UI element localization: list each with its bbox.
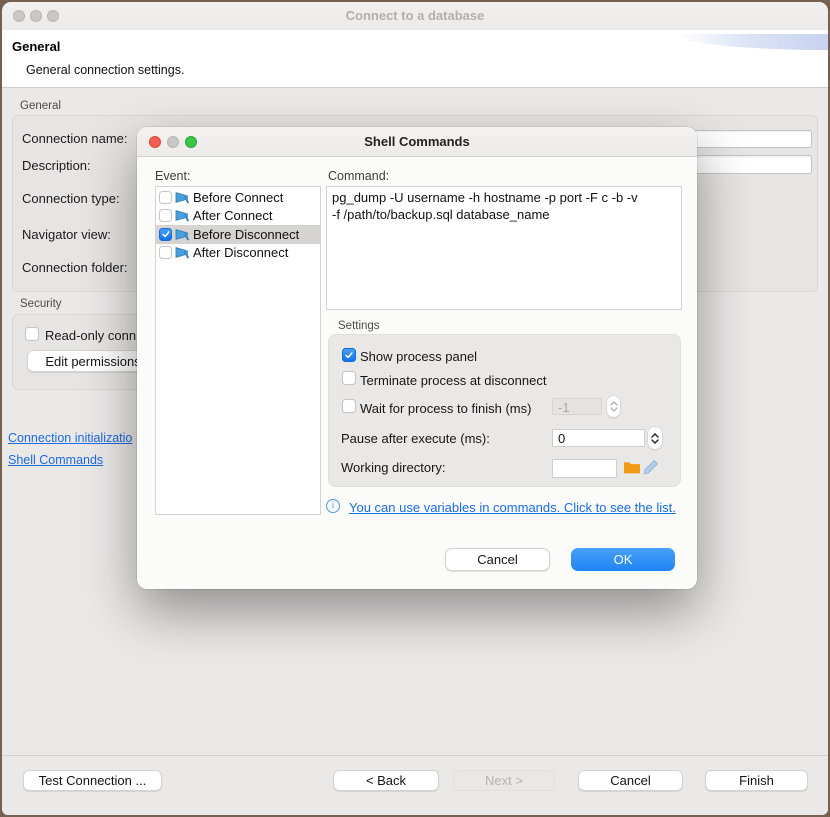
command-textarea[interactable]: pg_dump -U username -h hostname -p port … (326, 186, 682, 310)
event-row-before-connect[interactable]: Before Connect (156, 188, 320, 207)
connection-name-label: Connection name: (22, 131, 128, 146)
terminate-process-label: Terminate process at disconnect (360, 373, 546, 388)
event-row-before-disconnect[interactable]: Before Disconnect (156, 225, 320, 244)
working-directory-input[interactable] (552, 459, 617, 478)
wait-ms-input: -1 (552, 398, 602, 415)
page-title: General (12, 39, 60, 54)
stepper-up-icon (651, 433, 659, 438)
checkbox[interactable] (159, 228, 172, 241)
test-connection-button[interactable]: Test Connection ... (23, 770, 162, 791)
pause-after-execute-label: Pause after execute (ms): (341, 431, 490, 446)
window-title: Connect to a database (2, 2, 828, 30)
connection-folder-label: Connection folder: (22, 260, 128, 275)
header-decoration (676, 34, 828, 50)
connection-type-label: Connection type: (22, 191, 120, 206)
security-section-label: Security (20, 298, 62, 310)
event-list: Before Connect After Connect Before Disc… (155, 186, 321, 515)
event-row-after-disconnect[interactable]: After Disconnect (156, 244, 320, 263)
connection-initialization-link[interactable]: Connection initializatio (8, 431, 132, 445)
next-button: Next > (453, 770, 555, 791)
read-only-checkbox[interactable] (25, 327, 39, 341)
variables-link[interactable]: You can use variables in commands. Click… (349, 500, 676, 515)
checkbox[interactable] (159, 191, 172, 204)
event-label: Event: (155, 169, 190, 183)
show-process-panel-checkbox[interactable] (342, 348, 356, 362)
back-button[interactable]: < Back (333, 770, 439, 791)
dialog-title: Shell Commands (137, 127, 697, 156)
megaphone-icon (175, 246, 190, 259)
shell-commands-link[interactable]: Shell Commands (8, 453, 103, 467)
checkmark-icon (161, 229, 171, 239)
read-only-label: Read-only conn (45, 328, 136, 343)
event-row-label: Before Connect (193, 190, 283, 205)
event-row-label: Before Disconnect (193, 227, 299, 242)
navigator-view-label: Navigator view: (22, 227, 111, 242)
stepper-down-icon (610, 407, 618, 412)
wizard-footer: Test Connection ... < Back Next > Cancel… (2, 755, 828, 815)
pause-ms-stepper[interactable] (648, 427, 662, 449)
working-directory-label: Working directory: (341, 460, 446, 475)
folder-browse-button[interactable] (623, 460, 640, 475)
general-section-label: General (20, 100, 61, 112)
window-titlebar: Connect to a database (2, 2, 828, 31)
checkbox[interactable] (159, 246, 172, 259)
pencil-edit-button[interactable] (642, 458, 660, 476)
desktop-background: Connect to a database General General co… (0, 0, 830, 817)
settings-section-label: Settings (338, 320, 380, 332)
shell-commands-dialog: Shell Commands Event: Before Connect Aft… (137, 127, 697, 589)
wait-for-process-checkbox[interactable] (342, 399, 356, 413)
checkmark-icon (344, 350, 354, 360)
pause-ms-input[interactable]: 0 (552, 429, 645, 447)
terminate-process-checkbox[interactable] (342, 371, 356, 385)
command-label: Command: (328, 169, 389, 183)
pencil-icon (642, 458, 660, 476)
stepper-down-icon (651, 439, 659, 444)
finish-button[interactable]: Finish (705, 770, 808, 791)
info-icon (326, 499, 340, 513)
description-label: Description: (22, 158, 91, 173)
cancel-button[interactable]: Cancel (578, 770, 683, 791)
page-subtitle: General connection settings. (26, 63, 184, 77)
folder-icon (623, 460, 640, 475)
event-row-label: After Disconnect (193, 245, 288, 260)
megaphone-icon (175, 209, 190, 222)
dialog-ok-button[interactable]: OK (571, 548, 675, 571)
wait-for-process-label: Wait for process to finish (ms) (360, 401, 531, 416)
event-row-after-connect[interactable]: After Connect (156, 207, 320, 226)
dialog-cancel-button[interactable]: Cancel (445, 548, 550, 571)
dialog-titlebar: Shell Commands (137, 127, 697, 157)
event-row-label: After Connect (193, 208, 273, 223)
megaphone-icon (175, 191, 190, 204)
wait-ms-stepper (607, 396, 620, 417)
checkbox[interactable] (159, 209, 172, 222)
stepper-up-icon (610, 401, 618, 406)
connect-database-window: Connect to a database General General co… (2, 2, 828, 815)
megaphone-icon (175, 228, 190, 241)
wizard-header: General General connection settings. (2, 30, 828, 88)
show-process-panel-label: Show process panel (360, 349, 477, 364)
